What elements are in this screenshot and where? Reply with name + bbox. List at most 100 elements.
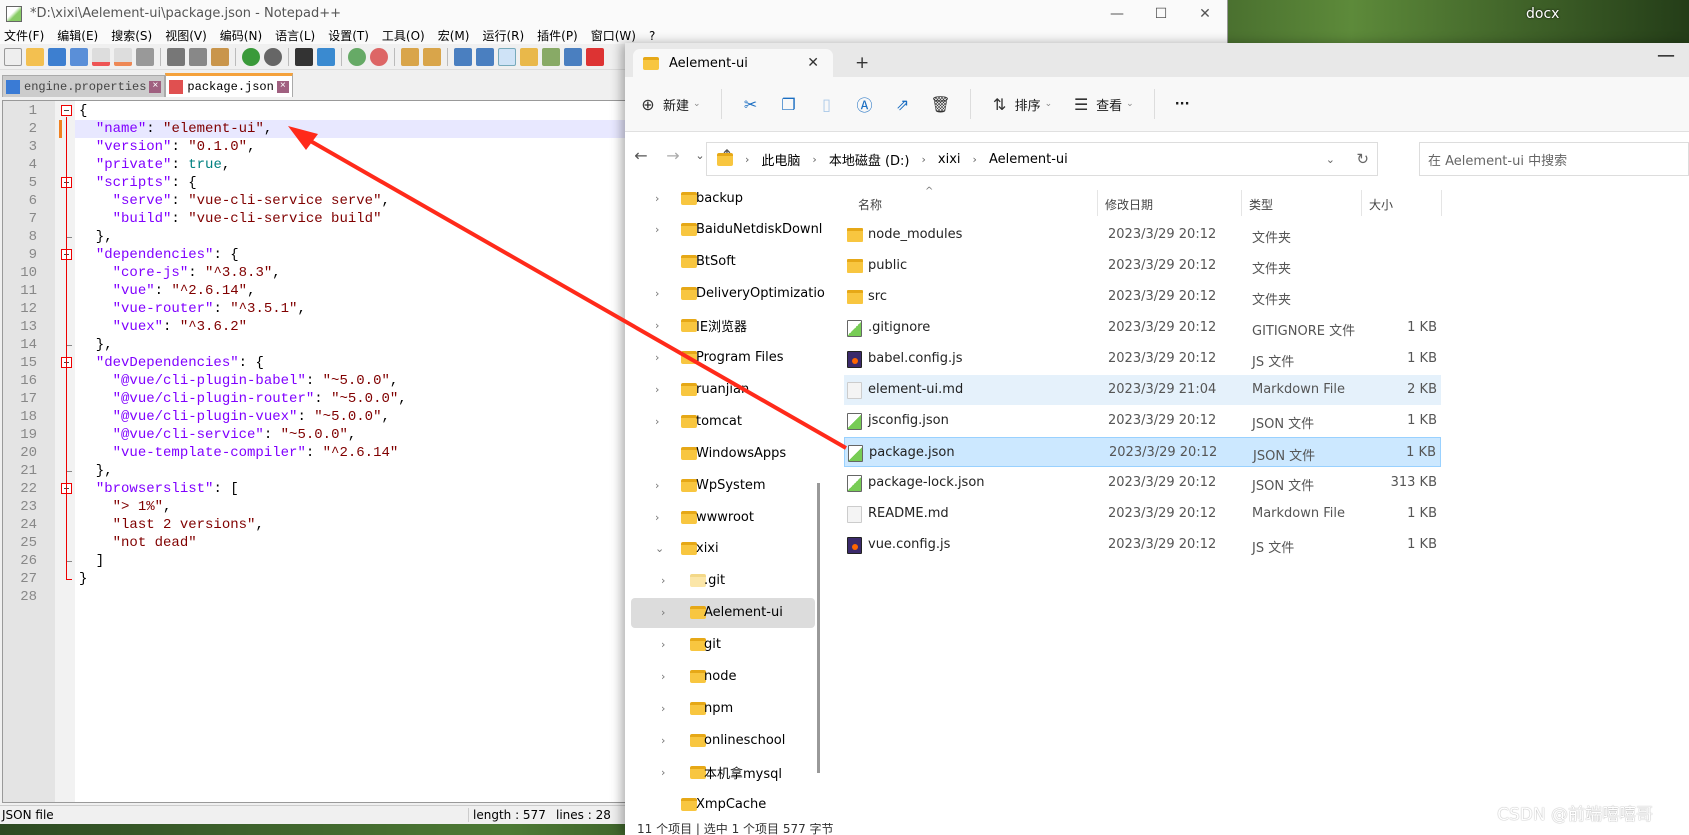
- minimize-button[interactable]: —: [1095, 0, 1139, 27]
- breadcrumb-separator-icon[interactable]: ›: [973, 153, 977, 166]
- nav-item[interactable]: XmpCache: [625, 789, 811, 819]
- nav-item[interactable]: ⌄ xixi: [625, 534, 811, 564]
- file-row[interactable]: jsconfig.json 2023/3/29 20:12 JSON 文件 1 KB: [844, 406, 1441, 436]
- nav-item[interactable]: BtSoft: [625, 247, 811, 277]
- fold-collapse-icon[interactable]: [61, 105, 72, 116]
- save-all-icon[interactable]: [70, 47, 88, 66]
- file-row[interactable]: package-lock.json 2023/3/29 20:12 JSON 文件 3…: [844, 468, 1441, 498]
- chevron-right-icon[interactable]: ›: [655, 351, 659, 364]
- cut-button[interactable]: ✂: [742, 95, 760, 114]
- nav-item[interactable]: › IE浏览器: [625, 311, 811, 341]
- nav-item[interactable]: › DeliveryOptimizatio: [625, 279, 825, 309]
- close-all-icon[interactable]: [114, 47, 132, 66]
- zoom-out-icon[interactable]: [370, 47, 388, 66]
- new-file-icon[interactable]: [4, 47, 22, 66]
- file-row[interactable]: package.json 2023/3/29 20:12 JSON 文件 1 KB: [844, 437, 1441, 467]
- address-bar[interactable]: › 此电脑 › 本地磁盘 (D:) › xixi › Aelement-ui ⌄ ↻: [706, 142, 1378, 176]
- menu-item[interactable]: 搜索(S): [111, 27, 152, 44]
- open-file-icon[interactable]: [26, 47, 44, 66]
- chevron-right-icon[interactable]: ›: [661, 574, 665, 587]
- rename-button[interactable]: Ⓐ: [856, 95, 874, 115]
- column-name[interactable]: 名称: [858, 196, 882, 213]
- copy-icon[interactable]: [189, 47, 207, 66]
- refresh-icon[interactable]: ↻: [1356, 150, 1369, 168]
- menu-item[interactable]: 插件(P): [537, 27, 578, 44]
- chevron-right-icon[interactable]: ›: [655, 511, 659, 524]
- desktop-icon-label[interactable]: docx: [1526, 6, 1559, 22]
- nav-item[interactable]: › onlineschool: [625, 725, 811, 755]
- udl-icon[interactable]: [520, 47, 538, 66]
- new-button[interactable]: ⊕ 新建 ⌄: [639, 95, 700, 114]
- column-divider[interactable]: [1361, 190, 1362, 216]
- menu-item[interactable]: 运行(R): [482, 27, 524, 44]
- nav-item[interactable]: › ruanjian: [625, 374, 811, 404]
- file-row[interactable]: babel.config.js 2023/3/29 20:12 JS 文件 1 KB: [844, 344, 1441, 374]
- back-button[interactable]: ←: [625, 146, 657, 165]
- search-input[interactable]: 在 Aelement-ui 中搜索: [1419, 142, 1689, 176]
- save-icon[interactable]: [48, 47, 66, 66]
- breadcrumb-item[interactable]: Aelement-ui: [989, 152, 1068, 167]
- address-history-chevron-icon[interactable]: ⌄: [1326, 153, 1335, 166]
- chevron-right-icon[interactable]: ›: [655, 192, 659, 205]
- zoom-in-icon[interactable]: [348, 47, 366, 66]
- nav-item[interactable]: › BaiduNetdiskDownl: [625, 215, 822, 245]
- chevron-down-icon[interactable]: ⌄: [655, 542, 664, 555]
- minimize-button[interactable]: —: [1657, 45, 1675, 66]
- sort-button[interactable]: ⇅ 排序 ⌄: [991, 95, 1052, 114]
- column-size[interactable]: 大小: [1369, 196, 1393, 213]
- nav-item[interactable]: › WpSystem: [625, 470, 811, 500]
- file-row[interactable]: vue.config.js 2023/3/29 20:12 JS 文件 1 KB: [844, 530, 1441, 560]
- indent-guide-icon[interactable]: [498, 47, 516, 66]
- tab-package-json[interactable]: package.json ×: [165, 73, 293, 97]
- nav-item[interactable]: › Aelement-ui: [631, 597, 815, 628]
- chevron-right-icon[interactable]: ›: [661, 766, 665, 779]
- chevron-right-icon[interactable]: ›: [655, 223, 659, 236]
- chevron-right-icon[interactable]: ›: [661, 638, 665, 651]
- new-tab-button[interactable]: +: [855, 53, 869, 73]
- replace-icon[interactable]: [317, 47, 335, 66]
- nav-item[interactable]: › npm: [625, 693, 811, 723]
- chevron-right-icon[interactable]: ›: [661, 734, 665, 747]
- nav-item[interactable]: › tomcat: [625, 406, 811, 436]
- close-tab-icon[interactable]: ×: [149, 80, 162, 93]
- show-all-chars-icon[interactable]: [476, 47, 494, 66]
- chevron-right-icon[interactable]: ›: [655, 415, 659, 428]
- folder-as-workspace-icon[interactable]: [586, 47, 604, 66]
- sync-vertical-icon[interactable]: [401, 47, 419, 66]
- breadcrumb-separator-icon[interactable]: ›: [812, 153, 816, 166]
- column-divider[interactable]: [1097, 190, 1098, 216]
- menu-item[interactable]: 语言(L): [275, 27, 315, 44]
- chevron-right-icon[interactable]: ›: [661, 702, 665, 715]
- chevron-right-icon[interactable]: ›: [655, 383, 659, 396]
- breadcrumb-item[interactable]: 此电脑: [761, 150, 800, 169]
- close-tab-icon[interactable]: ×: [276, 80, 289, 93]
- explorer-tab[interactable]: Aelement-ui ✕: [633, 49, 833, 77]
- find-icon[interactable]: [295, 47, 313, 66]
- menu-item[interactable]: 文件(F): [4, 27, 44, 44]
- print-icon[interactable]: [136, 47, 154, 66]
- sync-horizontal-icon[interactable]: [423, 47, 441, 66]
- nav-item[interactable]: › Program Files: [625, 343, 811, 373]
- breadcrumb-item[interactable]: 本地磁盘 (D:): [829, 150, 910, 169]
- nav-item[interactable]: › git: [625, 630, 811, 660]
- file-row[interactable]: src 2023/3/29 20:12 文件夹: [844, 282, 1441, 312]
- nav-item[interactable]: › backup: [625, 183, 811, 213]
- delete-button[interactable]: 🗑: [930, 95, 950, 114]
- paste-icon[interactable]: [211, 47, 229, 66]
- nav-item[interactable]: › .git: [625, 566, 811, 596]
- more-button[interactable]: ···: [1175, 97, 1190, 112]
- column-divider[interactable]: [1241, 190, 1242, 216]
- breadcrumb-separator-icon[interactable]: ›: [745, 153, 749, 166]
- menu-item[interactable]: 窗口(W): [591, 27, 636, 44]
- chevron-right-icon[interactable]: ›: [655, 479, 659, 492]
- copy-button[interactable]: ❐: [780, 95, 798, 114]
- maximize-button[interactable]: ☐: [1139, 0, 1183, 27]
- menu-item[interactable]: 宏(M): [438, 27, 470, 44]
- file-row[interactable]: element-ui.md 2023/3/29 21:04 Markdown Fil…: [844, 375, 1441, 405]
- file-row[interactable]: README.md 2023/3/29 20:12 Markdown File 1 K…: [844, 499, 1441, 529]
- tab-engine-properties[interactable]: engine.properties ×: [2, 75, 166, 97]
- file-row[interactable]: .gitignore 2023/3/29 20:12 GITIGNORE 文件 1 K…: [844, 313, 1441, 343]
- nav-scrollbar[interactable]: [817, 483, 820, 773]
- close-button[interactable]: ✕: [1183, 0, 1227, 27]
- menu-item[interactable]: 编码(N): [220, 27, 262, 44]
